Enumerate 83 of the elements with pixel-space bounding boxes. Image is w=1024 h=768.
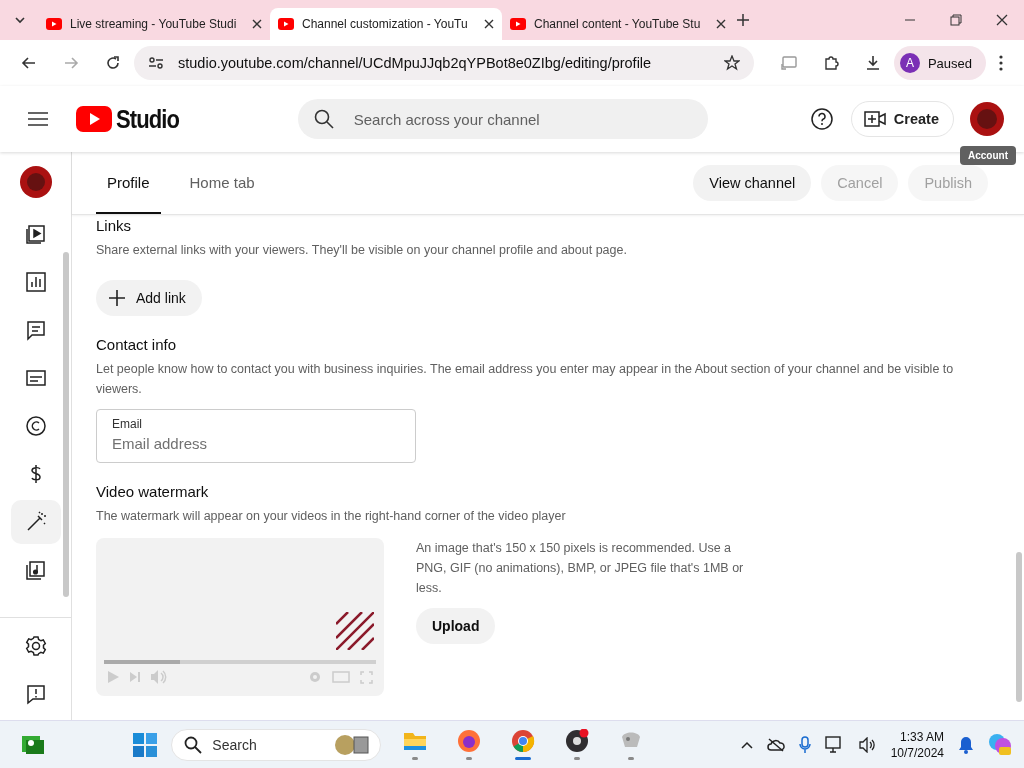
theater-mode-icon <box>332 671 350 683</box>
reload-icon[interactable] <box>105 55 121 71</box>
microphone-icon[interactable] <box>798 735 811 754</box>
help-icon[interactable] <box>810 108 833 130</box>
tooltip: Account <box>960 146 1016 165</box>
youtube-icon <box>278 18 294 30</box>
close-icon[interactable] <box>996 14 1008 26</box>
watermark-hint: An image that's 150 x 150 pixels is recommended. Use a PNG, GIF (no animations), BMP, or JPEG file that's 1MB or less. <box>416 540 745 597</box>
avatar[interactable] <box>970 102 1004 136</box>
studio-logo-text[interactable]: Studio <box>116 104 180 134</box>
taskbar-search[interactable]: Search <box>171 728 382 761</box>
comments-icon <box>24 319 47 341</box>
section-description: The watermark will appear on your videos in the right-hand corner of the video player <box>96 508 566 525</box>
channel-avatar[interactable] <box>19 166 52 198</box>
search-icon <box>184 735 203 754</box>
video-add-icon <box>863 111 886 127</box>
close-icon[interactable] <box>252 19 262 29</box>
search-input[interactable]: Search across your channel <box>351 109 692 129</box>
copilot-icon[interactable] <box>988 732 1012 757</box>
next-icon <box>129 671 141 683</box>
search-bar[interactable]: Search across your channel <box>297 99 708 139</box>
browser-tab[interactable]: Live streaming - YouTube Studi <box>38 8 270 40</box>
youtube-icon <box>46 18 62 30</box>
more-icon[interactable] <box>999 55 1003 71</box>
page-tab[interactable]: Profile <box>96 152 161 214</box>
download-icon[interactable] <box>864 55 881 71</box>
menu-icon[interactable] <box>28 111 48 127</box>
watermark-placeholder-icon <box>336 612 374 650</box>
content-icon <box>24 223 47 245</box>
fullscreen-icon <box>360 670 373 684</box>
clock-date[interactable]: 10/7/2024 <box>890 744 944 761</box>
browser-tab[interactable]: Channel content - YouTube Stu <box>502 8 734 40</box>
subtitles-icon <box>24 367 47 389</box>
upload-button[interactable]: Upload <box>416 608 496 644</box>
map-app-icon[interactable] <box>20 733 44 756</box>
section-description: Share external links with your viewers. They'll be visible on your channel profile and about page. <box>96 242 627 259</box>
star-icon[interactable] <box>723 55 740 71</box>
volume-icon <box>151 670 167 684</box>
site-info-icon[interactable] <box>148 56 164 70</box>
add-link-button[interactable]: Add link <box>96 280 202 316</box>
settings-icon <box>308 670 322 684</box>
youtube-icon <box>76 106 112 132</box>
bell-icon[interactable] <box>958 735 974 754</box>
new-tab-icon[interactable] <box>736 13 750 27</box>
tab-title: Channel content - YouTube Stu <box>534 17 702 31</box>
settings-icon <box>24 635 47 657</box>
tab-title: Channel customization - YouTu <box>302 17 469 31</box>
obs-icon[interactable] <box>565 729 590 753</box>
puzzle-icon[interactable] <box>822 55 839 71</box>
tab-list-icon[interactable] <box>14 14 26 26</box>
section-title: Contact info <box>96 336 177 353</box>
audio-icon <box>24 559 47 581</box>
feedback-icon <box>24 683 47 705</box>
address-bar[interactable]: studio.youtube.com/channel/UCdMpuJJqb2qYPBot8e0ZIbg/editing/profile <box>134 46 754 80</box>
play-icon <box>107 671 119 683</box>
plus-icon <box>108 289 126 307</box>
section-title: Links <box>96 217 132 234</box>
close-icon[interactable] <box>484 19 494 29</box>
start-icon[interactable] <box>133 732 158 757</box>
cast-icon[interactable] <box>780 56 797 70</box>
field-label: Email <box>112 417 143 431</box>
email-field[interactable]: Email Email address <box>96 409 416 463</box>
cloud-off-icon[interactable] <box>766 737 785 752</box>
search-icon <box>313 109 334 129</box>
copyright-icon <box>24 415 47 437</box>
firefox-icon[interactable] <box>457 729 482 753</box>
chevron-up-icon[interactable] <box>740 740 753 749</box>
back-icon[interactable] <box>21 55 37 71</box>
tab-title: Live streaming - YouTube Studi <box>70 17 238 31</box>
create-button[interactable]: Create <box>850 101 954 137</box>
clock-time[interactable]: 1:33 AM <box>900 728 944 745</box>
page-tab[interactable]: Home tab <box>178 152 266 214</box>
section-title: Video watermark <box>96 483 209 500</box>
profile-button[interactable]: A Paused <box>893 46 986 80</box>
restore-icon[interactable] <box>950 14 962 26</box>
action-button[interactable]: View channel <box>693 165 812 201</box>
chrome-icon[interactable] <box>511 729 536 753</box>
analytics-icon <box>24 271 47 293</box>
close-icon[interactable] <box>716 19 726 29</box>
youtube-icon <box>510 18 526 30</box>
browser-tab[interactable]: Channel customization - YouTu <box>270 8 502 40</box>
volume-icon[interactable] <box>858 736 877 753</box>
section-description: Let people know how to contact you with business inquiries. The email address you enter may appear in the About section of your channel and be visible to viewers. <box>96 361 955 398</box>
